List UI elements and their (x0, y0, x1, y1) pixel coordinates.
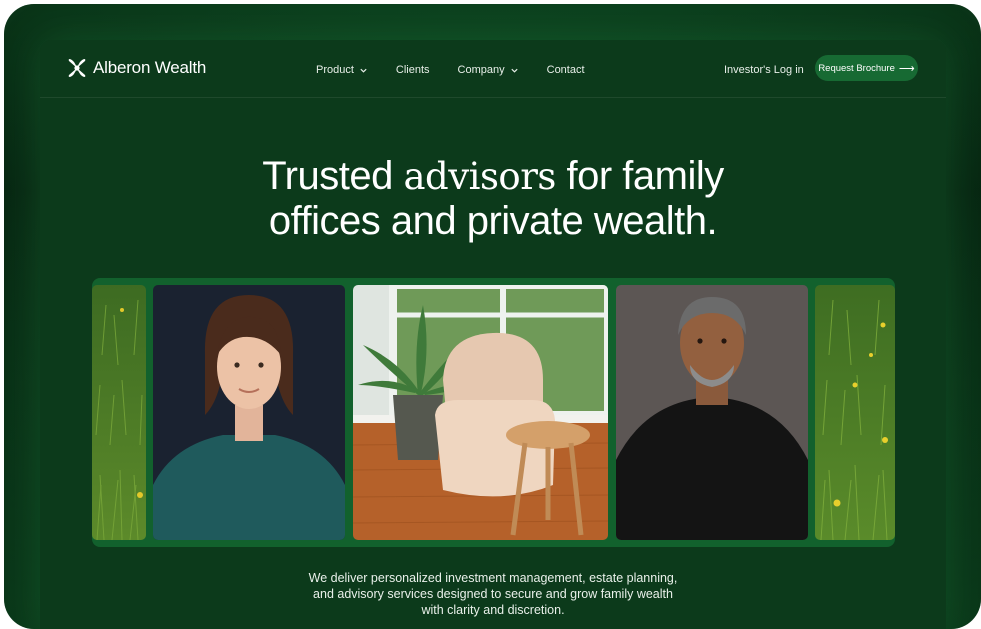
image-gallery (92, 278, 895, 547)
grass-photo-right (815, 285, 895, 540)
hero-headline: Trusted advisors for family offices and … (40, 154, 946, 243)
request-brochure-button[interactable]: Request Brochure ⟶ (815, 55, 918, 81)
description-line-3: with clarity and discretion. (421, 603, 565, 617)
headline-text-1: Trusted (262, 154, 404, 198)
chevron-down-icon (360, 68, 367, 73)
nav-item-company[interactable]: Company (458, 64, 519, 76)
nav-item-clients[interactable]: Clients (396, 64, 430, 76)
armchair-interior (353, 285, 608, 540)
hero-description: We deliver personalized investment manag… (40, 570, 946, 618)
browser-frame: Alberon Wealth Product Clients Company C… (4, 4, 981, 629)
woman-portrait-image (153, 285, 345, 540)
nav-item-contact-label: Contact (546, 64, 585, 76)
man-portrait-image (616, 285, 808, 540)
brand-logo[interactable]: Alberon Wealth (67, 58, 206, 78)
chevron-down-icon (511, 68, 518, 73)
man-portrait (616, 285, 808, 540)
nav-item-product-label: Product (316, 64, 354, 76)
grass-photo-left (92, 285, 146, 540)
nav-item-clients-label: Clients (395, 64, 430, 76)
nav-item-contact[interactable]: Contact (547, 64, 585, 76)
armchair-image (353, 285, 608, 540)
headline-emphasis: advisors (403, 155, 556, 198)
grass-image-left (92, 285, 146, 540)
request-brochure-label: Request Brochure (818, 62, 895, 74)
description-line-2: and advisory services designed to secure… (313, 587, 673, 601)
investor-login-link[interactable]: Investor's Log in (724, 64, 804, 76)
top-navigation: Alberon Wealth Product Clients Company C… (40, 40, 946, 98)
page-panel: Alberon Wealth Product Clients Company C… (40, 40, 946, 629)
nav-item-company-label: Company (457, 64, 505, 76)
description-line-1: We deliver personalized investment manag… (308, 571, 678, 585)
flower-logo-icon (68, 59, 86, 77)
nav-item-product[interactable]: Product (316, 64, 368, 76)
headline-text-2: for family (555, 154, 725, 198)
brand-name: Alberon Wealth (93, 58, 207, 77)
headline-line-1: Trusted advisors for family (40, 154, 946, 199)
woman-portrait (153, 285, 345, 540)
main-menu: Product Clients Company Contact (316, 64, 613, 76)
headline-line-2: offices and private wealth. (268, 199, 718, 243)
arrow-right-icon: ⟶ (898, 62, 915, 75)
grass-image-right (815, 285, 895, 540)
